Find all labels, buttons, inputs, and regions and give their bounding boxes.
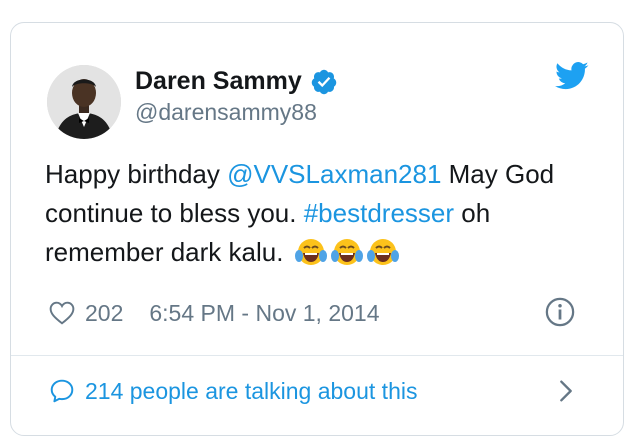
author-name[interactable]: Daren Sammy: [135, 67, 338, 96]
tweet-text-intro: Happy birthday: [45, 159, 228, 189]
twitter-bird-icon[interactable]: [555, 61, 589, 91]
tweet-text: Happy birthday @VVSLaxman281 May God con…: [45, 155, 605, 272]
hashtag-link[interactable]: #bestdresser: [304, 198, 454, 228]
author-name-text: Daren Sammy: [135, 67, 302, 95]
conversation-link[interactable]: 214 people are talking about this: [49, 373, 593, 409]
heart-icon[interactable]: [49, 301, 75, 325]
info-icon[interactable]: [545, 297, 575, 327]
timestamp[interactable]: 6:54 PM - Nov 1, 2014: [149, 300, 379, 327]
tears-of-joy-emoji-icon: [330, 237, 363, 267]
conversation-text: 214 people are talking about this: [85, 377, 418, 404]
avatar-photo: [47, 65, 121, 139]
speech-bubble-icon: [50, 379, 74, 403]
tweet-text-line3: remember dark kalu.: [45, 237, 284, 267]
chevron-right-icon[interactable]: [559, 379, 573, 403]
author-handle[interactable]: @darensammy88: [135, 99, 317, 126]
tweet-text-line2: continue to bless you.: [45, 198, 304, 228]
tweet-text-line2-rest: oh: [454, 198, 491, 228]
tears-of-joy-emoji-icon: [366, 237, 399, 267]
like-count[interactable]: 202: [85, 300, 123, 327]
tears-of-joy-emoji-icon: [294, 237, 327, 267]
verified-badge-icon: [311, 69, 336, 94]
divider: [11, 355, 623, 356]
tweet-text-line1-rest: May God: [441, 159, 555, 189]
tweet-meta: 202 6:54 PM - Nov 1, 2014: [49, 297, 593, 329]
mention-link[interactable]: @VVSLaxman281: [227, 159, 441, 189]
avatar[interactable]: [47, 65, 121, 139]
tweet-card[interactable]: Daren Sammy @darensammy88 Happy birthday…: [10, 22, 624, 436]
